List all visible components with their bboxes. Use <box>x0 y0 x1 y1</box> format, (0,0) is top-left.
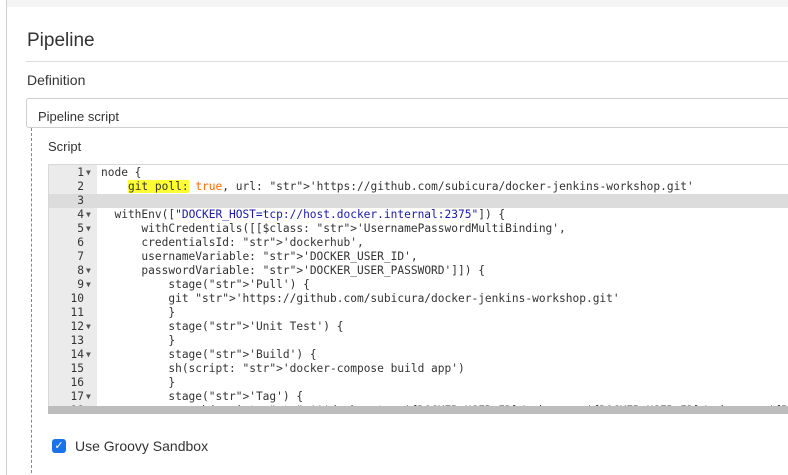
code-text: withEnv(["DOCKER_HOST=tcp://host.docker.… <box>101 208 506 221</box>
code-text: stage("str">'Build') { <box>101 348 317 361</box>
code-text: stage("str">'Tag') { <box>101 390 304 403</box>
fold-arrow-icon[interactable]: ▼ <box>86 264 94 278</box>
line-number: 7 <box>77 250 84 263</box>
fold-arrow-icon[interactable]: ▼ <box>86 390 94 404</box>
groovy-sandbox-checkbox[interactable]: ✓ <box>52 439 66 453</box>
fold-arrow-icon[interactable]: ▼ <box>86 320 94 334</box>
active-line-highlight <box>49 194 788 208</box>
line-number: 12 <box>70 320 84 333</box>
line-number: 2 <box>77 180 84 193</box>
code-text: } <box>101 334 176 347</box>
line-number: 5 <box>77 222 84 235</box>
code-line-row[interactable]: 12 ▼ stage("str">'Unit Test') { <box>49 320 788 334</box>
line-number: 13 <box>70 334 84 347</box>
line-number: 16 <box>70 376 84 389</box>
definition-select[interactable]: Pipeline script <box>26 98 788 128</box>
fold-arrow-icon[interactable]: ▼ <box>86 208 94 222</box>
code-text: node { <box>101 166 142 179</box>
config-dashed-border <box>31 128 32 475</box>
code-line-row[interactable]: 4 ▼ withEnv(["DOCKER_HOST=tcp://host.dock… <box>49 208 788 222</box>
code-text: } <box>101 306 176 319</box>
line-number: 6 <box>77 236 84 249</box>
fold-arrow-icon[interactable]: ▼ <box>86 278 94 292</box>
definition-label: Definition <box>27 72 86 88</box>
code-line-row[interactable]: 16 } <box>49 376 788 390</box>
line-number: 9 <box>77 278 84 291</box>
code-text: stage("str">'Unit Test') { <box>101 320 344 333</box>
section-divider <box>26 61 788 62</box>
line-number: 11 <box>70 306 84 319</box>
code-text: git "str">'https://github.com/subicura/d… <box>101 292 620 305</box>
code-line-row[interactable]: 10 git "str">'https://github.com/subicur… <box>49 292 788 306</box>
groovy-sandbox-label: Use Groovy Sandbox <box>75 438 209 454</box>
code-text: } <box>101 376 176 389</box>
page-left-border <box>6 0 7 475</box>
code-line-row[interactable]: 1 ▼ node { <box>49 166 788 180</box>
code-line-row[interactable]: 7 usernameVariable: "str">'DOCKER_USER_I… <box>49 250 788 264</box>
fold-arrow-icon[interactable]: ▼ <box>86 166 94 180</box>
code-line-row[interactable]: 9 ▼ stage("str">'Pull') { <box>49 278 788 292</box>
code-text: credentialsId: "str">'dockerhub', <box>101 236 364 249</box>
code-text: withCredentials([[$class: "str">'Usernam… <box>101 222 566 235</box>
line-number: 3 <box>77 194 84 207</box>
previous-section-bottom <box>7 0 788 7</box>
line-number: 8 <box>77 264 84 277</box>
fold-arrow-icon[interactable]: ▼ <box>86 222 94 236</box>
code-line-row[interactable]: 2 git poll: true, url: "str">'https://gi… <box>49 180 788 194</box>
code-line-row[interactable]: 14 ▼ stage("str">'Build') { <box>49 348 788 362</box>
code-text: stage("str">'Pull') { <box>101 278 310 291</box>
line-number: 17 <box>70 390 84 403</box>
line-number: 4 <box>77 208 84 221</box>
line-number: 15 <box>70 362 84 375</box>
code-line-row[interactable]: 8 ▼ passwordVariable: "str">'DOCKER_USER_… <box>49 264 788 278</box>
code-text: sh(script: "str">'docker-compose build a… <box>101 362 465 375</box>
definition-selected-value: Pipeline script <box>38 109 119 124</box>
code-line-row[interactable]: 5 ▼ withCredentials([[$class: "str">'User… <box>49 222 788 236</box>
code-line-row[interactable]: 15 sh(script: "str">'docker-compose buil… <box>49 362 788 376</box>
code-line-row[interactable]: 3 <box>49 194 788 208</box>
line-number: 10 <box>70 292 84 305</box>
fold-arrow-icon[interactable]: ▼ <box>86 348 94 362</box>
script-label: Script <box>48 139 82 154</box>
code-line-row[interactable]: 17 ▼ stage("str">'Tag') { <box>49 390 788 404</box>
script-editor[interactable]: 1 ▼ node {2 git poll: true, url: "str">'ht… <box>48 164 788 414</box>
pipeline-section-title: Pipeline <box>27 30 95 51</box>
code-line-row[interactable]: 13 } <box>49 334 788 348</box>
code-line-row[interactable]: 6 credentialsId: "str">'dockerhub', <box>49 236 788 250</box>
line-number: 1 <box>77 166 84 179</box>
code-text: passwordVariable: "str">'DOCKER_USER_PAS… <box>101 264 485 277</box>
editor-horizontal-scrollbar[interactable] <box>48 406 788 414</box>
code-line-row[interactable]: 11 } <box>49 306 788 320</box>
line-number: 14 <box>70 348 84 361</box>
code-text: usernameVariable: "str">'DOCKER_USER_ID'… <box>101 250 418 263</box>
code-text: git poll: true, url: "str">'https://gith… <box>127 180 694 193</box>
